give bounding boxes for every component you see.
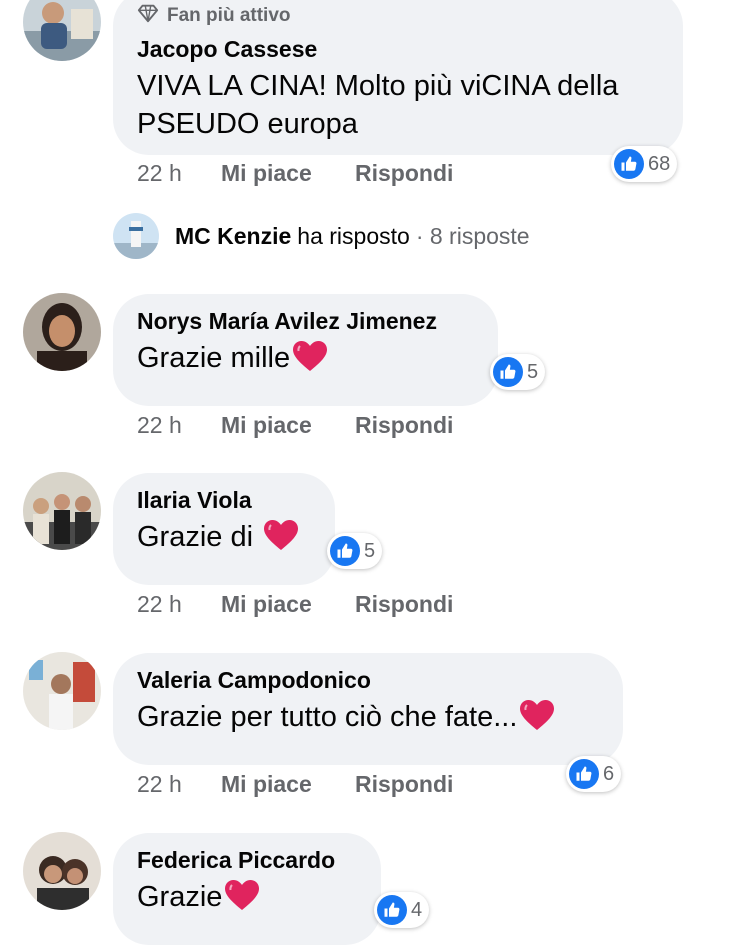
red-heart-emoji bbox=[292, 340, 328, 372]
thumbs-up-icon bbox=[614, 149, 644, 179]
view-replies-link[interactable]: MC Kenzie ha risposto · 8 risposte bbox=[113, 213, 530, 259]
avatar-mc-kenzie bbox=[113, 213, 159, 259]
comment-author[interactable]: Norys María Avilez Jimenez bbox=[137, 308, 474, 335]
like-button[interactable]: Mi piace bbox=[221, 160, 355, 187]
top-fan-badge: Fan più attivo bbox=[137, 2, 659, 30]
reaction-count: 5 bbox=[364, 539, 376, 562]
like-button[interactable]: Mi piace bbox=[221, 591, 355, 618]
red-heart-emoji bbox=[224, 879, 260, 911]
avatar-federica[interactable] bbox=[23, 832, 101, 910]
red-heart-emoji bbox=[519, 699, 555, 731]
thumbs-up-icon bbox=[377, 895, 407, 925]
thumbs-up-icon bbox=[330, 536, 360, 566]
reaction-count: 4 bbox=[411, 898, 423, 921]
comment-bubble-federica: Federica Piccardo Grazie bbox=[113, 833, 381, 945]
thumbs-up-icon bbox=[493, 357, 523, 387]
reply-button[interactable]: Rispondi bbox=[355, 771, 453, 798]
timestamp[interactable]: 22 h bbox=[137, 591, 221, 618]
reaction-count: 5 bbox=[527, 360, 539, 383]
comment-actions: 22 h Mi piace Rispondi bbox=[137, 160, 453, 187]
comment-text-line-1: VIVA LA CINA! Molto più viCINA della bbox=[137, 70, 619, 102]
avatar-valeria[interactable] bbox=[23, 652, 101, 730]
comment-bubble-ilaria: Ilaria Viola Grazie di bbox=[113, 473, 335, 585]
like-button[interactable]: Mi piace bbox=[221, 771, 355, 798]
comment-text: Grazie per tutto ciò che fate... bbox=[137, 698, 599, 736]
comment-author[interactable]: Jacopo Cassese bbox=[137, 36, 659, 63]
replies-count: · 8 risposte bbox=[415, 222, 530, 249]
reaction-count-badge[interactable]: 5 bbox=[327, 533, 383, 569]
comment-text: Grazie di bbox=[137, 518, 311, 556]
reaction-count-badge[interactable]: 4 bbox=[374, 892, 430, 928]
reaction-count-badge[interactable]: 6 bbox=[566, 756, 622, 792]
avatar-norys[interactable] bbox=[23, 293, 101, 371]
timestamp[interactable]: 22 h bbox=[137, 771, 221, 798]
diamond-icon bbox=[137, 2, 159, 30]
thumbs-up-icon bbox=[569, 759, 599, 789]
avatar-jacopo[interactable] bbox=[23, 0, 101, 61]
reaction-count-badge[interactable]: 68 bbox=[611, 146, 678, 182]
replier-name: MC Kenzie bbox=[175, 222, 292, 249]
comment-actions: 22 h Mi piace Rispondi bbox=[137, 771, 453, 798]
comment-author[interactable]: Ilaria Viola bbox=[137, 487, 311, 514]
reply-button[interactable]: Rispondi bbox=[355, 160, 453, 187]
comment-actions: 22 h Mi piace Rispondi bbox=[137, 412, 453, 439]
red-heart-emoji bbox=[263, 519, 299, 551]
comment-bubble-valeria: Valeria Campodonico Grazie per tutto ciò… bbox=[113, 653, 623, 765]
avatar-ilaria[interactable] bbox=[23, 472, 101, 550]
reaction-count: 6 bbox=[603, 762, 615, 785]
comment-bubble-norys: Norys María Avilez Jimenez Grazie mille bbox=[113, 294, 498, 406]
comment-author[interactable]: Valeria Campodonico bbox=[137, 667, 599, 694]
replied-text: ha risposto bbox=[297, 222, 410, 249]
comment-author[interactable]: Federica Piccardo bbox=[137, 847, 357, 874]
comment-text-line-2: PSEUDO europa bbox=[137, 108, 358, 140]
reply-button[interactable]: Rispondi bbox=[355, 591, 453, 618]
badge-label: Fan più attivo bbox=[167, 5, 291, 26]
comment-bubble-jacopo: Fan più attivo Jacopo Cassese VIVA LA CI… bbox=[113, 0, 683, 155]
reaction-count-badge[interactable]: 5 bbox=[490, 354, 546, 390]
like-button[interactable]: Mi piace bbox=[221, 412, 355, 439]
comment-actions: 22 h Mi piace Rispondi bbox=[137, 591, 453, 618]
comment-text: Grazie mille bbox=[137, 339, 474, 377]
comment-text: Grazie bbox=[137, 878, 357, 916]
timestamp[interactable]: 22 h bbox=[137, 412, 221, 439]
timestamp[interactable]: 22 h bbox=[137, 160, 221, 187]
reaction-count: 68 bbox=[648, 152, 671, 175]
reply-button[interactable]: Rispondi bbox=[355, 412, 453, 439]
